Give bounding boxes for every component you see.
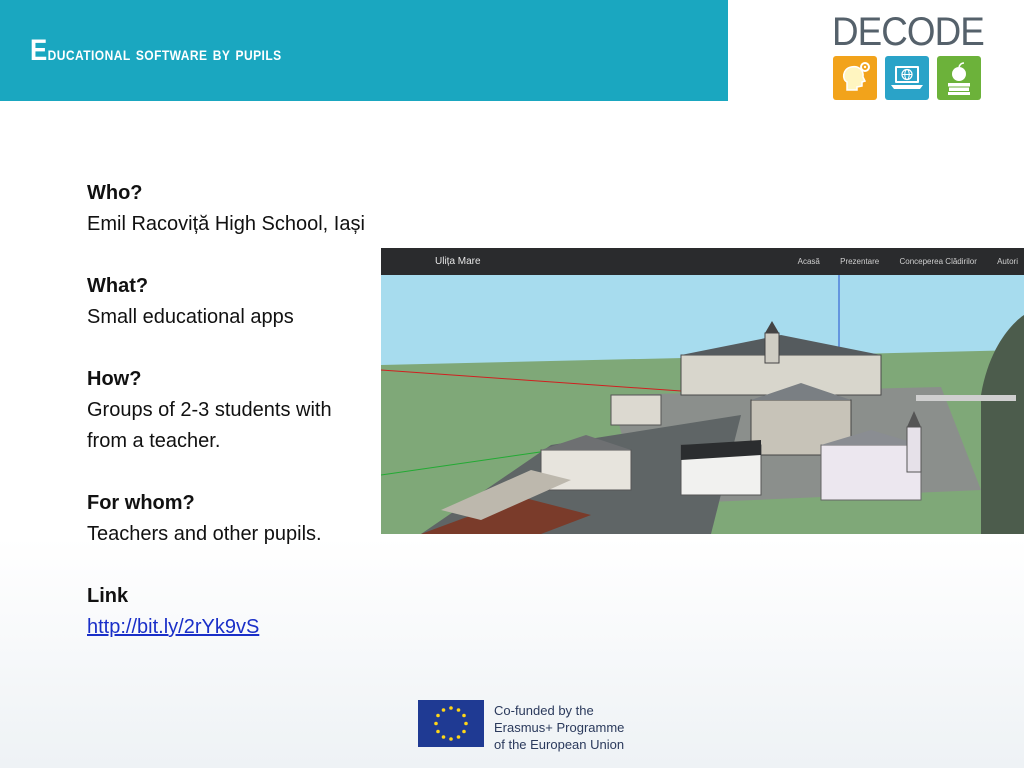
laptop-globe-icon xyxy=(885,56,929,100)
eu-text-line-2: Erasmus+ Programme xyxy=(494,720,625,735)
eu-funding-text: Co-funded by the Erasmus+ Programme of t… xyxy=(494,702,624,753)
eu-text-line-3: of the European Union xyxy=(494,737,625,752)
page-title: Educational software by pupils xyxy=(30,34,282,68)
link-label: Link xyxy=(87,585,129,607)
who-value: Emil Racoviță High School, Iași xyxy=(87,213,365,235)
eu-text-line-1: Co-funded by the xyxy=(494,703,594,718)
how-value-line-1: Groups of 2-3 students with xyxy=(87,399,332,421)
3d-town-model xyxy=(381,275,1024,534)
title-first-letter: E xyxy=(30,34,48,67)
apple-books-icon xyxy=(937,56,981,100)
app-menu-item-home[interactable]: Acasă xyxy=(798,257,820,266)
decode-logo-word: DECODE xyxy=(832,10,985,54)
app-menu-item-presentation[interactable]: Prezentare xyxy=(840,257,879,266)
how-label: How? xyxy=(87,368,142,390)
app-screenshot: Ulița Mare Acasă Prezentare Conceperea C… xyxy=(381,248,1024,534)
how-value-line-2: from a teacher. xyxy=(87,430,221,452)
for-whom-value: Teachers and other pupils. xyxy=(87,523,322,545)
info-text: Who? Emil Racoviță High School, Iași Wha… xyxy=(87,178,387,643)
app-menu: Acasă Prezentare Conceperea Clădirilor A… xyxy=(780,257,1018,266)
app-navbar: Ulița Mare Acasă Prezentare Conceperea C… xyxy=(381,248,1024,275)
what-value: Small educational apps xyxy=(87,306,294,328)
who-label: Who? xyxy=(87,182,143,204)
title-bar: Educational software by pupils xyxy=(0,0,728,101)
app-brand[interactable]: Ulița Mare xyxy=(435,256,481,267)
for-whom-label: For whom? xyxy=(87,492,195,514)
app-menu-item-buildings[interactable]: Conceperea Clădirilor xyxy=(899,257,976,266)
app-menu-item-authors[interactable]: Autori xyxy=(997,257,1018,266)
eu-flag-icon xyxy=(418,700,484,747)
project-link[interactable]: http://bit.ly/2rYk9vS xyxy=(87,616,259,638)
head-gear-icon xyxy=(833,56,877,100)
what-label: What? xyxy=(87,275,149,297)
title-rest: ducational software by pupils xyxy=(47,43,282,65)
